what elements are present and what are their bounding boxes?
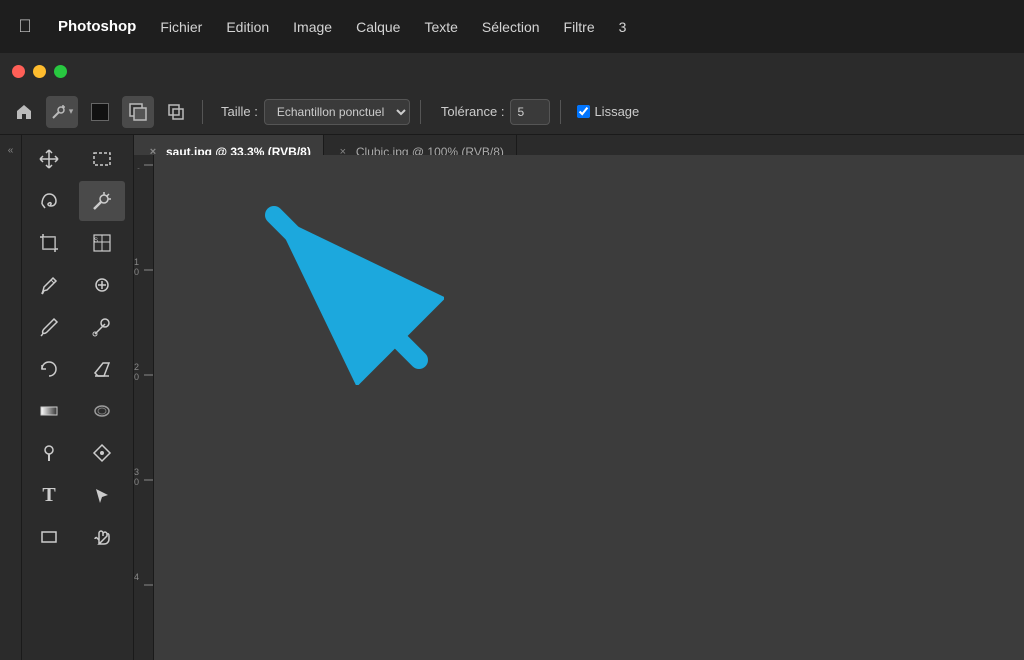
minimize-window-button[interactable] [33, 65, 46, 78]
menu-image[interactable]: Image [283, 15, 342, 39]
menu-selection[interactable]: Sélection [472, 15, 550, 39]
move-tool[interactable] [26, 139, 72, 179]
toolbar-divider-3 [560, 100, 561, 124]
lasso-tool[interactable] [26, 181, 72, 221]
menu-bar:  Photoshop Fichier Edition Image Calque… [0, 0, 1024, 53]
canvas-workspace [154, 155, 1024, 660]
menu-texte[interactable]: Texte [414, 15, 467, 39]
secondary-toolbar: ▾ Taille : Echantillon ponctuel Moyen [0, 89, 1024, 135]
marquee-rect-tool[interactable] [79, 139, 125, 179]
history-brush-btn[interactable] [26, 349, 72, 389]
home-button[interactable] [8, 96, 40, 128]
taille-select[interactable]: Echantillon ponctuel Moyenne 3x3 Moyenne… [264, 99, 410, 125]
lissage-checkbox-label[interactable]: Lissage [577, 104, 639, 119]
svg-text:0: 0 [134, 372, 139, 382]
apple-logo-icon[interactable]:  [10, 0, 40, 53]
tool-panel: S [22, 135, 134, 660]
lissage-text: Lissage [594, 104, 639, 119]
brush-tool-btn[interactable] [26, 307, 72, 347]
taille-label: Taille : [221, 104, 258, 119]
svg-text:0: 0 [134, 267, 139, 277]
menu-edition[interactable]: Edition [216, 15, 279, 39]
blur-tool-btn[interactable] [79, 391, 125, 431]
pen-tool-btn[interactable] [79, 433, 125, 473]
magic-wand-tool-btn[interactable] [79, 181, 125, 221]
panel-collapse-button[interactable]: « [0, 135, 22, 660]
toolbar-divider-2 [420, 100, 421, 124]
menu-fichier[interactable]: Fichier [150, 15, 212, 39]
text-tool-btn[interactable]: T [26, 475, 72, 515]
eraser-tool-btn[interactable] [79, 349, 125, 389]
lissage-checkbox[interactable] [577, 105, 590, 118]
traffic-lights-bar [0, 53, 1024, 89]
svg-text:S: S [94, 238, 98, 244]
svg-text:3: 3 [134, 467, 139, 477]
menu-more[interactable]: 3 [609, 15, 637, 39]
svg-text:2: 2 [134, 362, 139, 372]
healing-brush-btn[interactable] [79, 265, 125, 305]
stamp-tool-btn[interactable] [79, 307, 125, 347]
hand-tool-btn[interactable] [79, 517, 125, 557]
menu-calque[interactable]: Calque [346, 15, 410, 39]
canvas-area: × saut.jpg @ 33,3% (RVB/8) × Clubic.jpg … [134, 135, 1024, 660]
collapse-icon: « [8, 145, 14, 156]
close-window-button[interactable] [12, 65, 25, 78]
path-selection-btn[interactable] [79, 475, 125, 515]
ruler-vertical: 0 1 0 2 0 3 0 4 [134, 155, 154, 660]
magic-wand-button[interactable]: ▾ [46, 96, 78, 128]
tolerance-input[interactable]: 5 [510, 99, 550, 125]
gradient-tool-btn[interactable] [26, 391, 72, 431]
annotation-arrow [244, 185, 444, 385]
screen-mode-button[interactable] [160, 96, 192, 128]
dodge-tool-btn[interactable] [26, 433, 72, 473]
ruler-corner [134, 169, 154, 189]
crop-tool-btn[interactable] [26, 223, 72, 263]
eyedropper-tool-btn[interactable] [26, 265, 72, 305]
svg-text:0: 0 [134, 477, 139, 487]
main-area: « [0, 135, 1024, 660]
tolerance-label: Tolérance : [441, 104, 505, 119]
quick-mask-button[interactable] [122, 96, 154, 128]
maximize-window-button[interactable] [54, 65, 67, 78]
svg-text:4: 4 [134, 572, 139, 582]
foreground-color-button[interactable] [84, 96, 116, 128]
shape-tool-btn[interactable] [26, 517, 72, 557]
menu-photoshop[interactable]: Photoshop [48, 14, 146, 39]
slice-tool-btn[interactable]: S [79, 223, 125, 263]
menu-filtre[interactable]: Filtre [554, 15, 605, 39]
toolbar-divider-1 [202, 100, 203, 124]
svg-text:1: 1 [134, 257, 139, 267]
